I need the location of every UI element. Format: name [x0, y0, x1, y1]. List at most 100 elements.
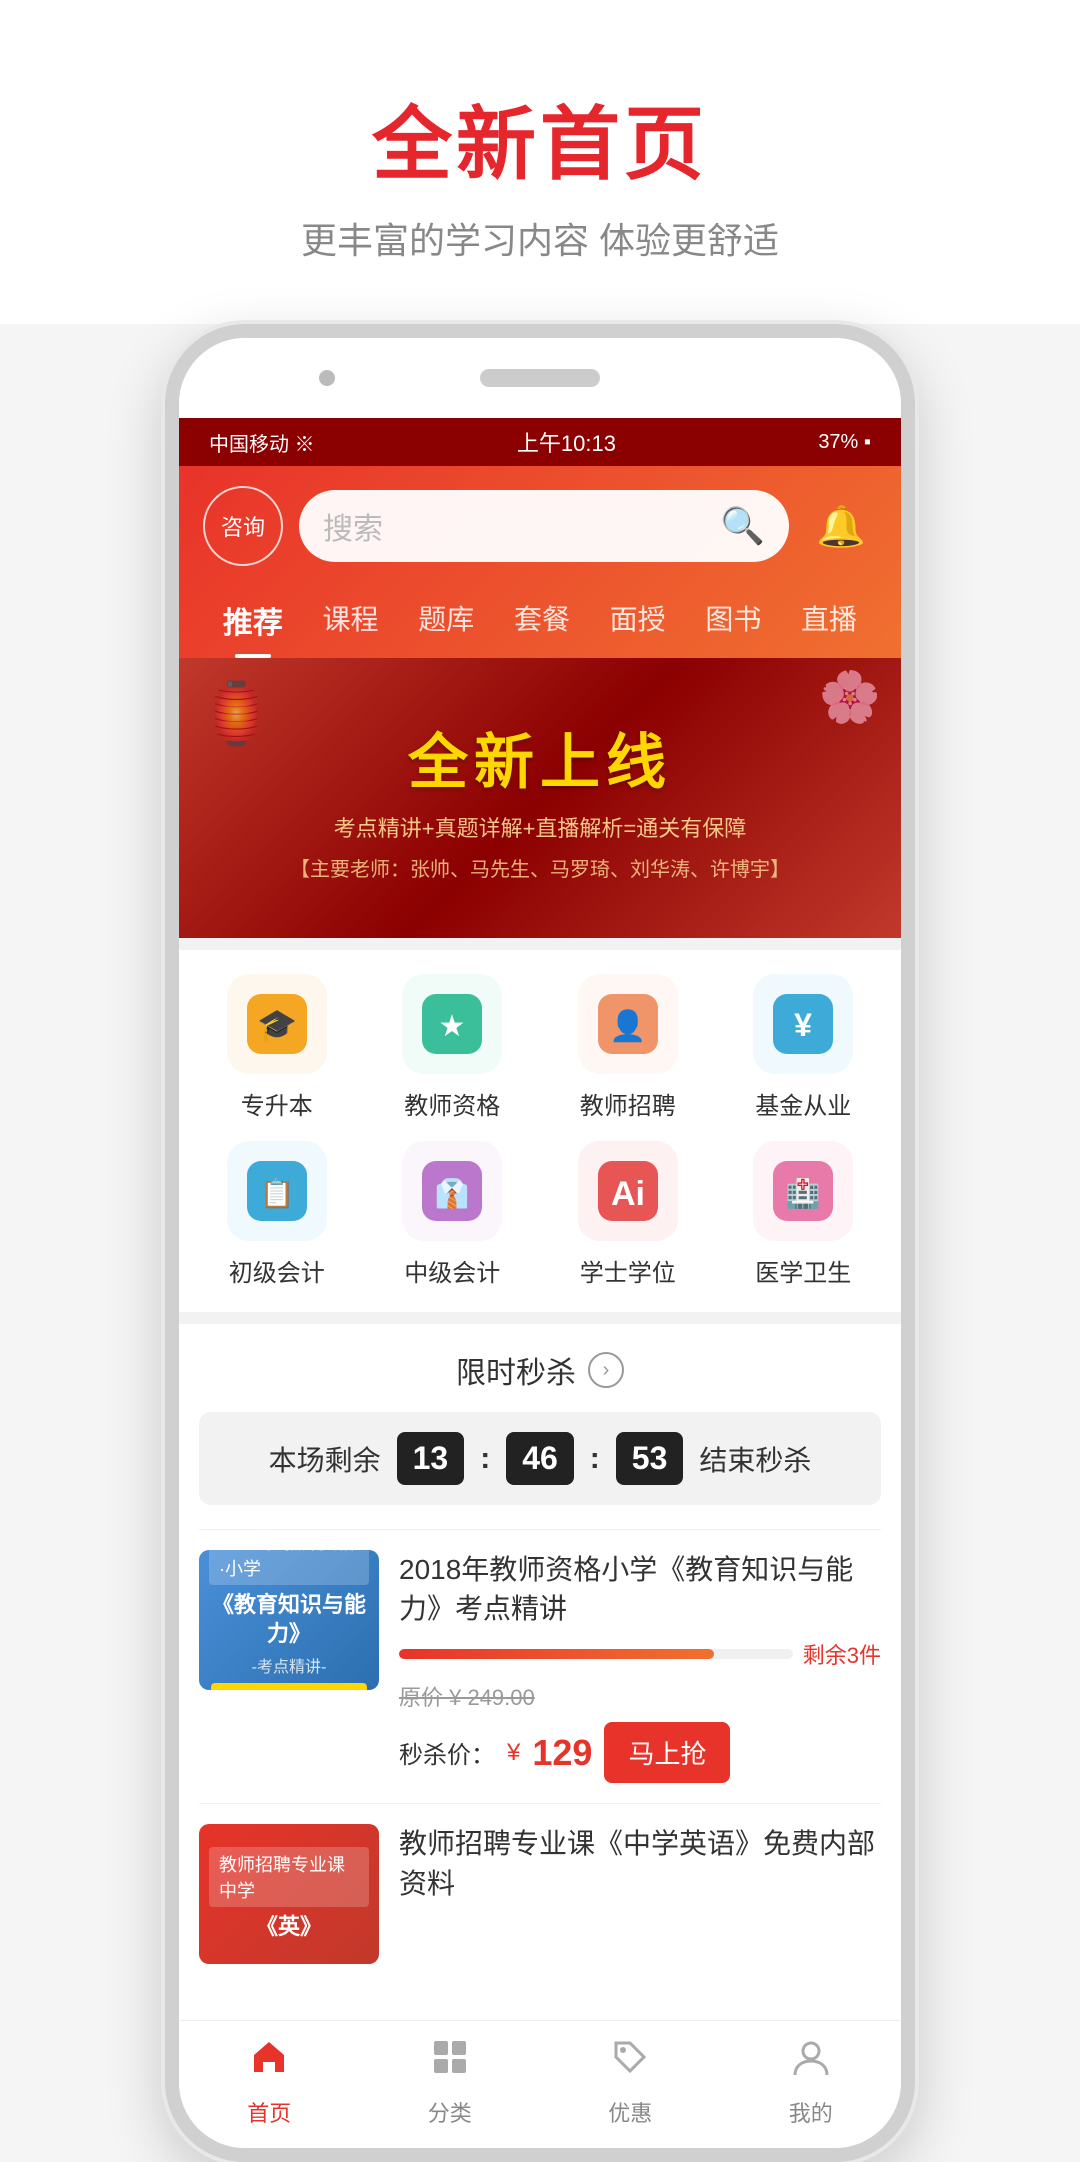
product-info-1: 2018年教师资格小学《教育知识与能力》考点精讲 剩余3件 原价 ¥ 249.0… [399, 1550, 881, 1783]
svg-text:👔: 👔 [435, 1177, 470, 1210]
promo-subtitle: 更丰富的学习内容 体验更舒适 [0, 212, 1080, 264]
category-jiaoshizhaopn[interactable]: 👤 教师招聘 [550, 974, 706, 1121]
nav-item-home[interactable]: 首页 [179, 2035, 360, 2128]
thumb-tag-2: 教师招聘专业课中学 [209, 1847, 369, 1907]
category-label-zhuanshengben: 专升本 [241, 1086, 313, 1121]
home-icon [247, 2035, 291, 2090]
sale-row-1: 秒杀价： ¥ 129 马上抢 [399, 1722, 881, 1783]
banner: 🏮 全新上线 考点精讲+真题详解+直播解析=通关有保障 【主要老师：张帅、马先生… [179, 658, 901, 938]
svg-text:👤: 👤 [609, 1008, 646, 1043]
tab-course[interactable]: 课程 [313, 582, 389, 658]
price-row-1: 原价 ¥ 249.00 [399, 1680, 881, 1712]
svg-text:🎓: 🎓 [257, 1007, 297, 1043]
category-chujikuaiji[interactable]: 📋 初级会计 [199, 1141, 355, 1288]
bell-icon: 🔔 [816, 503, 866, 550]
status-bar: 中国移动 ※ 上午10:13 37% ▪ [179, 418, 901, 466]
svg-text:¥: ¥ [794, 1007, 812, 1043]
tab-recommend[interactable]: 推荐 [213, 582, 293, 658]
banner-decoration-left: 🏮 [199, 678, 274, 749]
status-icons: 37% ▪ [818, 431, 871, 454]
nav-tabs: 推荐 课程 题库 套餐 面授 图书 直播 [203, 582, 877, 658]
category-icon [428, 2035, 472, 2090]
product-title-2: 教师招聘专业课《中学英语》免费内部资料 [399, 1824, 881, 1902]
category-jijincongye[interactable]: ¥ 基金从业 [726, 974, 882, 1121]
main-content: 🏮 全新上线 考点精讲+真题详解+直播解析=通关有保障 【主要老师：张帅、马先生… [179, 658, 901, 2008]
nav-item-deals[interactable]: 优惠 [540, 2035, 721, 2128]
product-thumb-blue-1: 2018年·教师资格·小学 《教育知识与能力》 -考点精讲- 突破考点 强化重点 [199, 1550, 379, 1690]
nav-item-category[interactable]: 分类 [360, 2035, 541, 2128]
countdown-minutes: 46 [506, 1432, 574, 1485]
profile-icon [789, 2035, 833, 2090]
status-time: 上午10:13 [517, 426, 616, 458]
category-icon-jijincongye: ¥ [753, 974, 853, 1074]
bottom-nav: 首页 分类 [179, 2020, 901, 2148]
sale-price-1: 129 [532, 1732, 592, 1774]
category-icon-jiaoshizige: ★ [402, 974, 502, 1074]
countdown-label: 本场剩余 [269, 1439, 381, 1479]
nav-item-profile[interactable]: 我的 [721, 2035, 902, 2128]
search-icon: 🔍 [720, 505, 765, 547]
search-bar[interactable]: 搜索 🔍 [299, 490, 789, 562]
tab-books[interactable]: 图书 [695, 582, 771, 658]
flash-sale-section: 限时秒杀 › 本场剩余 13 : 46 : 53 结束秒杀 [179, 1324, 901, 2008]
original-price-1: 原价 ¥ 249.00 [399, 1680, 535, 1712]
thumb-subtitle-1: -考点精讲- [252, 1653, 327, 1677]
category-icon-jiaoshizhaopn: 👤 [578, 974, 678, 1074]
category-zhuanshengben[interactable]: 🎓 专升本 [199, 974, 355, 1121]
notification-button[interactable]: 🔔 [805, 490, 877, 562]
category-xueshixuewei[interactable]: Ai 学士学位 [550, 1141, 706, 1288]
promo-section: 全新首页 更丰富的学习内容 体验更舒适 [0, 0, 1080, 324]
category-zhongjikuaiji[interactable]: 👔 中级会计 [375, 1141, 531, 1288]
category-label-jijincongye: 基金从业 [755, 1086, 851, 1121]
category-icon-zhongjikuaiji: 👔 [402, 1141, 502, 1241]
thumb-title-2: 《英》 [256, 1913, 322, 1942]
sale-currency-1: ¥ [507, 1739, 520, 1767]
flash-sale-more[interactable]: › [588, 1352, 624, 1388]
phone-speaker [480, 369, 600, 387]
header: 咨询 搜索 🔍 🔔 推荐 课程 题库 套餐 面授 图书 直播 [179, 466, 901, 658]
progress-bar-wrap-1 [399, 1649, 793, 1659]
countdown-seconds: 53 [616, 1432, 684, 1485]
banner-subtitle: 考点精讲+真题详解+直播解析=通关有保障 [290, 811, 790, 846]
category-label-chujikuaiji: 初级会计 [229, 1253, 325, 1288]
consult-label: 咨询 [221, 510, 265, 542]
phone-camera [319, 370, 335, 386]
buy-button-1[interactable]: 马上抢 [604, 1722, 730, 1783]
banner-title: 全新上线 [290, 714, 790, 801]
nav-label-profile: 我的 [789, 2096, 833, 2128]
remaining-text-1: 剩余3件 [803, 1638, 881, 1670]
category-label-zhongjikuaiji: 中级会计 [404, 1253, 500, 1288]
phone-top [179, 338, 901, 418]
phone-frame: 中国移动 ※ 上午10:13 37% ▪ 咨询 搜索 🔍 🔔 推荐 [165, 324, 915, 2162]
tab-questions[interactable]: 题库 [408, 582, 484, 658]
banner-desc2: 【主要老师：张帅、马先生、马罗琦、刘华涛、许博宇】 [290, 853, 790, 882]
consult-button[interactable]: 咨询 [203, 486, 283, 566]
deals-icon [608, 2035, 652, 2090]
tab-offline[interactable]: 面授 [600, 582, 676, 658]
product-thumb-1: 2018年·教师资格·小学 《教育知识与能力》 -考点精讲- 突破考点 强化重点 [199, 1550, 379, 1690]
progress-bar-fill-1 [399, 1649, 714, 1659]
banner-decoration-right: 🌸 [819, 668, 881, 727]
category-yixuewesheng[interactable]: 🏥 医学卫生 [726, 1141, 882, 1288]
category-icon-zhuanshengben: 🎓 [227, 974, 327, 1074]
tab-live[interactable]: 直播 [791, 582, 867, 658]
countdown-colon1: : [480, 1442, 490, 1476]
svg-text:★: ★ [439, 1010, 466, 1043]
thumb-btn-1: 突破考点 强化重点 [211, 1683, 367, 1690]
category-grid: 🎓 专升本 ★ 教师资格 👤 教师招聘 [199, 974, 881, 1288]
category-label-jiaoshizige: 教师资格 [404, 1086, 500, 1121]
tab-package[interactable]: 套餐 [504, 582, 580, 658]
category-label-yixuewesheng: 医学卫生 [755, 1253, 851, 1288]
countdown-end: 结束秒杀 [699, 1439, 811, 1479]
countdown-bar: 本场剩余 13 : 46 : 53 结束秒杀 [199, 1412, 881, 1505]
svg-text:Ai: Ai [611, 1175, 645, 1213]
category-jiaoshizige[interactable]: ★ 教师资格 [375, 974, 531, 1121]
search-placeholder: 搜索 [323, 504, 708, 548]
nav-label-home: 首页 [247, 2096, 291, 2128]
countdown-hours: 13 [397, 1432, 465, 1485]
header-search-row: 咨询 搜索 🔍 🔔 [203, 486, 877, 566]
product-card-2: 教师招聘专业课中学 《英》 教师招聘专业课《中学英语》免费内部资料 [199, 1803, 881, 1984]
promo-title: 全新首页 [0, 80, 1080, 196]
phone-wrapper: 中国移动 ※ 上午10:13 37% ▪ 咨询 搜索 🔍 🔔 推荐 [0, 324, 1080, 2162]
category-section: 🎓 专升本 ★ 教师资格 👤 教师招聘 [179, 950, 901, 1312]
